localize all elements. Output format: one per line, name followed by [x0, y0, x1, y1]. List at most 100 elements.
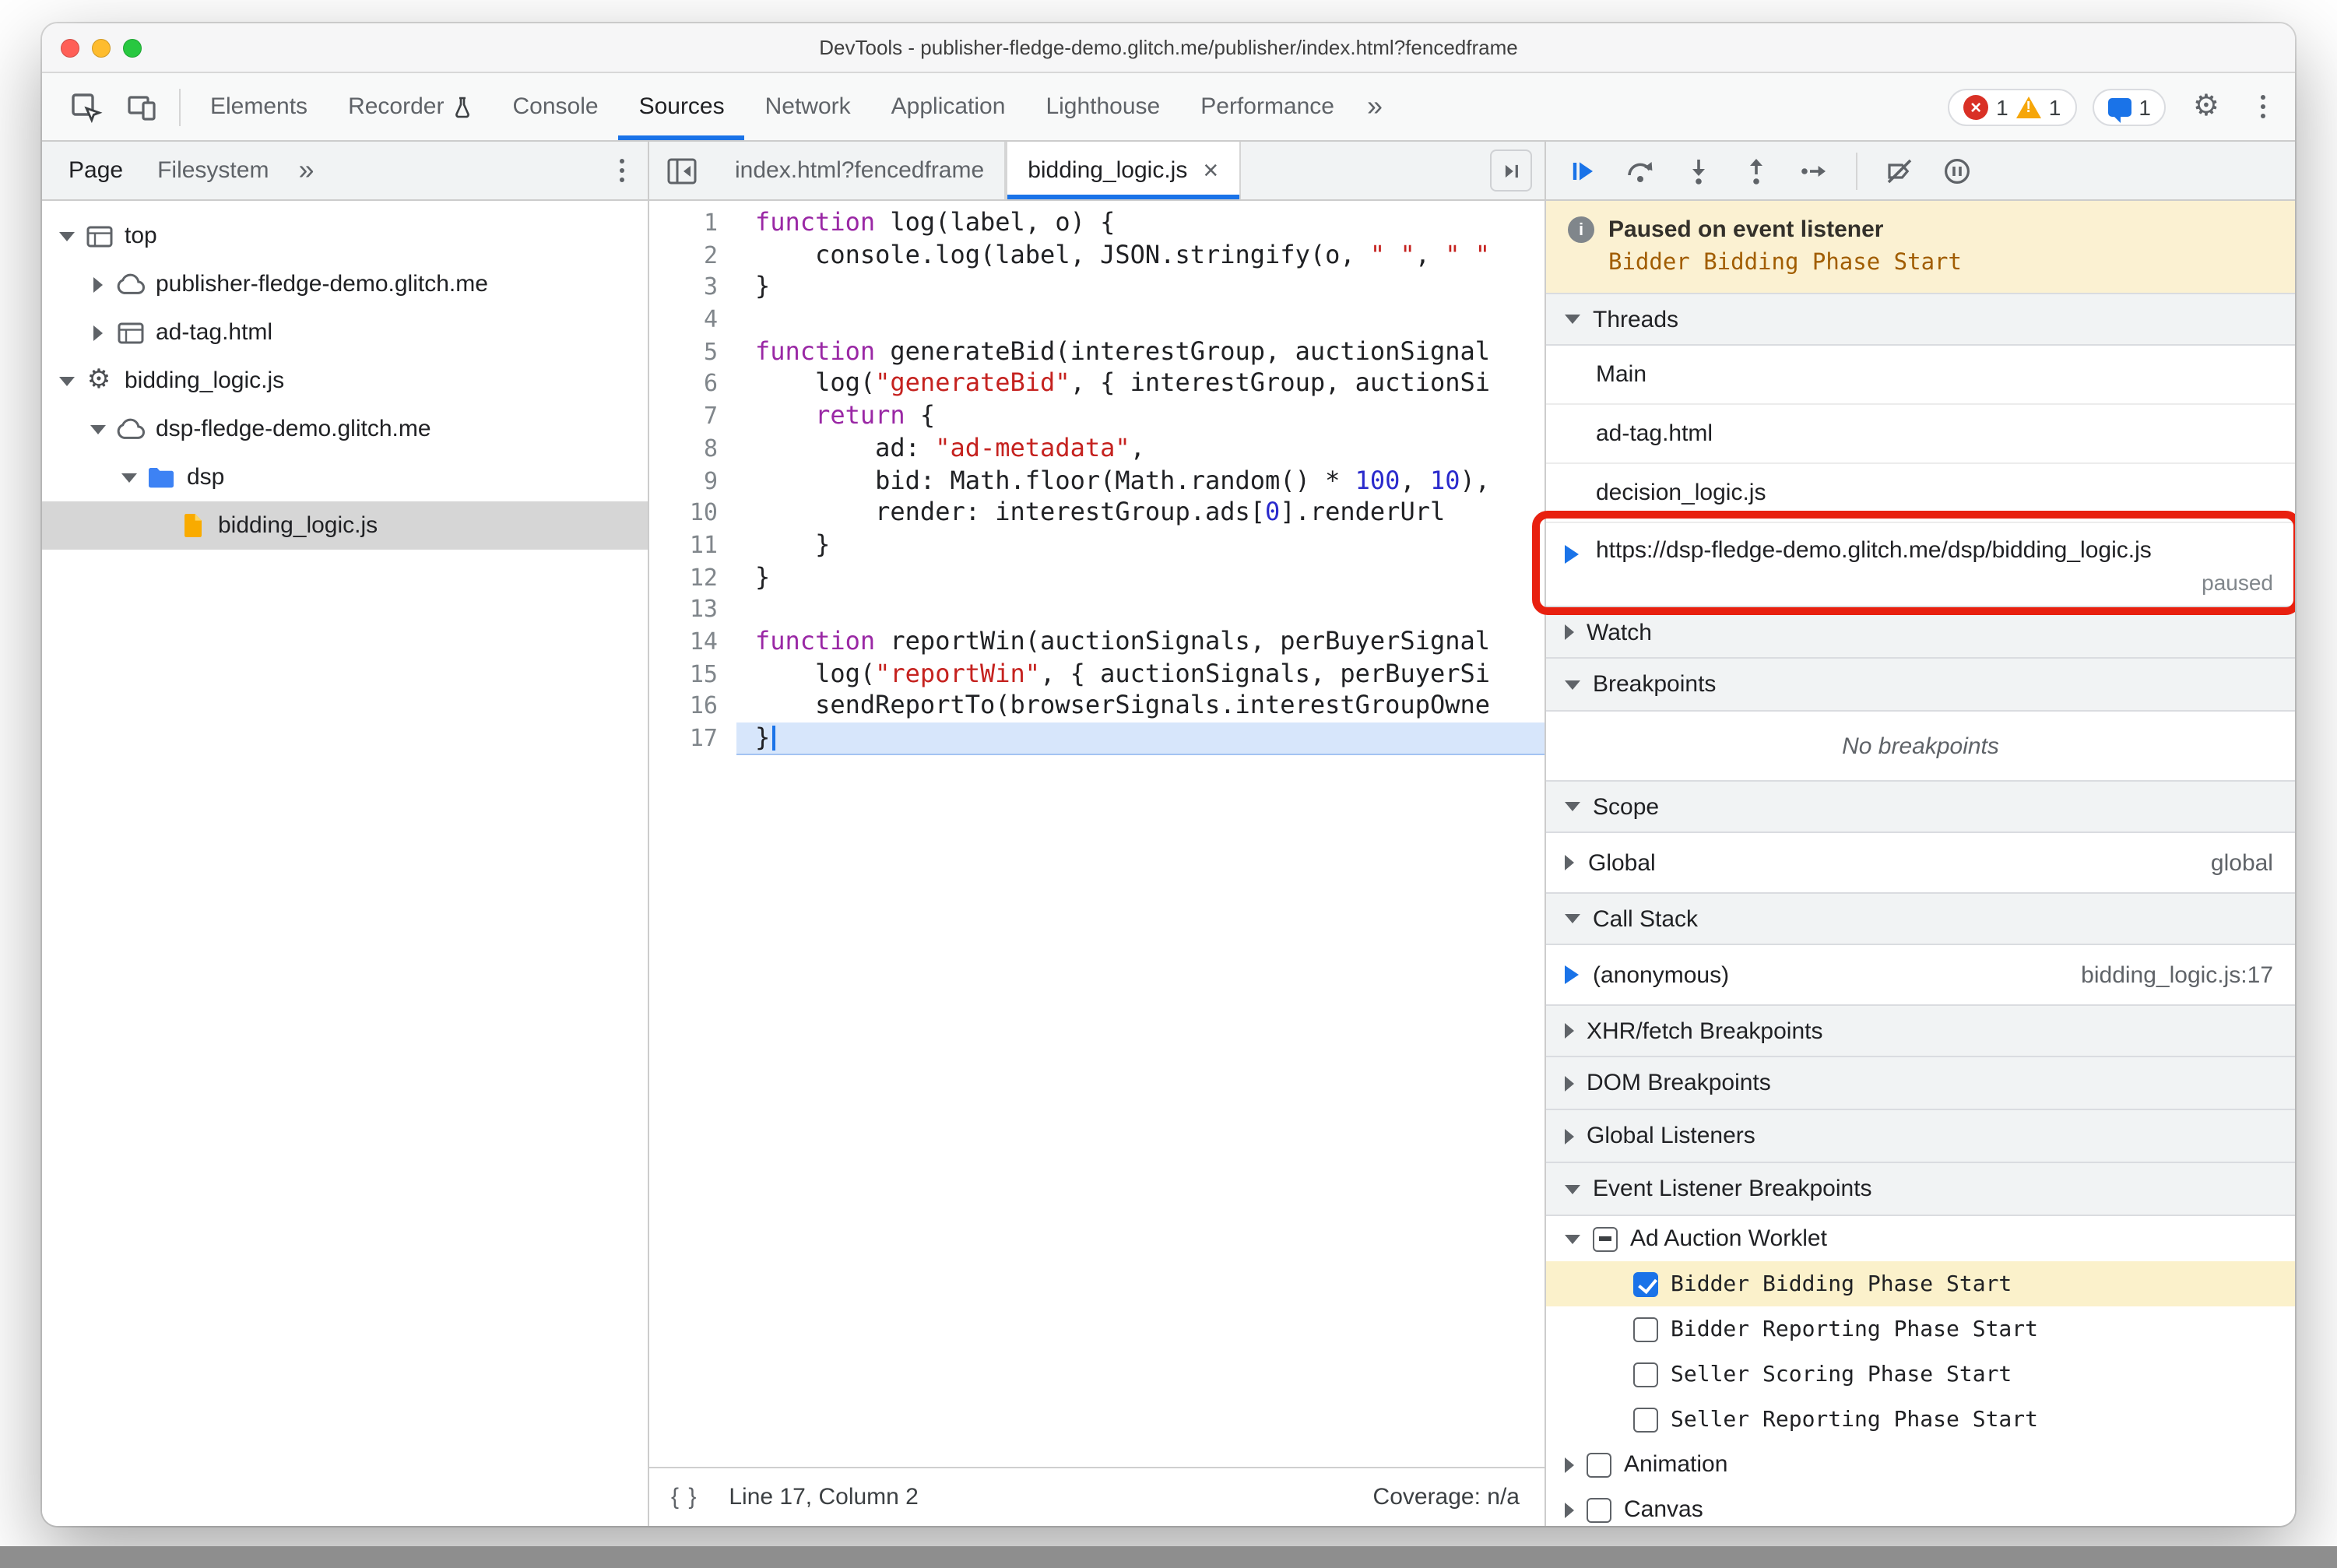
checkbox-unchecked[interactable]: [1587, 1452, 1611, 1477]
navigator-menu-icon[interactable]: [605, 158, 638, 183]
line-number[interactable]: 14: [649, 626, 718, 658]
scope-section-header[interactable]: Scope: [1546, 780, 2295, 833]
editor-tab-bidding-logic-js[interactable]: bidding_logic.js ×: [1006, 142, 1241, 199]
tree-item-top[interactable]: top: [42, 212, 648, 260]
inspect-element-icon[interactable]: [58, 73, 114, 140]
warning-count: 1: [2048, 94, 2061, 119]
watch-section-header[interactable]: Watch: [1546, 606, 2295, 659]
line-number[interactable]: 1: [649, 207, 718, 239]
line-number[interactable]: 10: [649, 497, 718, 529]
editor-overflow-icon[interactable]: [1490, 149, 1532, 192]
line-number[interactable]: 4: [649, 304, 718, 336]
code-editor[interactable]: 1 2 3 4 5 6 7 8 9 10 11 12 13 14 15 16 17 function log(l…: [649, 201, 1545, 1467]
line-number[interactable]: 3: [649, 272, 718, 304]
checkbox-unchecked[interactable]: [1633, 1362, 1658, 1387]
breakpoint-item-seller-reporting-phase-start[interactable]: Seller Reporting Phase Start: [1546, 1397, 2295, 1442]
checkbox-unchecked[interactable]: [1587, 1497, 1611, 1522]
tree-item-bidding-logic-js[interactable]: bidding_logic.js: [42, 501, 648, 550]
navigator-tab-filesystem[interactable]: Filesystem: [140, 157, 286, 184]
code-lines[interactable]: function log(label, o) { console.log(lab…: [736, 207, 1545, 1467]
tab-performance[interactable]: Performance: [1180, 73, 1355, 140]
dom-breakpoints-section-header[interactable]: DOM Breakpoints: [1546, 1057, 2295, 1110]
line-number[interactable]: 16: [649, 691, 718, 722]
checkbox-unchecked[interactable]: [1633, 1317, 1658, 1341]
tab-application[interactable]: Application: [871, 73, 1026, 140]
device-toolbar-icon[interactable]: [114, 73, 170, 140]
thread-item-decision-logic-js[interactable]: decision_logic.js: [1546, 464, 2295, 523]
line-number[interactable]: 6: [649, 368, 718, 400]
editor-tab-index-html-fencedframe[interactable]: index.html?fencedframe: [715, 142, 1007, 199]
tree-item-ad-tag-html[interactable]: ad-tag.html: [42, 308, 648, 357]
breakpoint-group-animation[interactable]: Animation: [1546, 1442, 2295, 1487]
breakpoint-item-seller-scoring-phase-start[interactable]: Seller Scoring Phase Start: [1546, 1352, 2295, 1397]
breakpoint-group-canvas[interactable]: Canvas: [1546, 1487, 2295, 1526]
tab-sources[interactable]: Sources: [618, 73, 745, 140]
line-number[interactable]: 12: [649, 561, 718, 593]
call-stack-frame[interactable]: (anonymous) bidding_logic.js:17: [1546, 945, 2295, 1004]
thread-item-https-dsp-fledge-demo-glitch-me-dsp-bidd[interactable]: https://dsp-fledge-demo.glitch.me/dsp/bi…: [1532, 511, 2295, 615]
thread-item-main[interactable]: Main: [1546, 346, 2295, 405]
threads-section-header[interactable]: Threads: [1546, 293, 2295, 346]
tab-console[interactable]: Console: [492, 73, 618, 140]
checkbox-checked[interactable]: [1633, 1271, 1658, 1296]
step-out-button[interactable]: [1741, 155, 1772, 186]
expander-icon[interactable]: [86, 276, 111, 292]
hide-navigator-icon[interactable]: [649, 142, 715, 199]
tab-elements[interactable]: Elements: [190, 73, 328, 140]
checkbox-indeterminate[interactable]: [1593, 1226, 1618, 1251]
console-summary-badge[interactable]: × 1 ! 1: [1948, 88, 2077, 125]
line-number[interactable]: 13: [649, 594, 718, 626]
issues-badge[interactable]: 1: [2092, 88, 2167, 125]
section-title: Scope: [1593, 793, 1660, 820]
expander-icon[interactable]: [54, 376, 79, 385]
window-minimize-button[interactable]: [92, 38, 111, 57]
line-number[interactable]: 11: [649, 529, 718, 561]
breakpoint-item-bidder-bidding-phase-start[interactable]: Bidder Bidding Phase Start: [1546, 1261, 2295, 1306]
breakpoints-section-header[interactable]: Breakpoints: [1546, 659, 2295, 712]
line-number[interactable]: 7: [649, 400, 718, 432]
call-stack-section-header[interactable]: Call Stack: [1546, 892, 2295, 945]
tree-item-publisher-fledge-demo-glitch-me[interactable]: publisher-fledge-demo.glitch.me: [42, 260, 648, 308]
step-into-button[interactable]: [1683, 155, 1714, 186]
paused-banner: i Paused on event listener Bidder Biddin…: [1546, 201, 2295, 293]
resume-script-button[interactable]: [1566, 155, 1597, 186]
xhr-breakpoints-section-header[interactable]: XHR/fetch Breakpoints: [1546, 1004, 2295, 1057]
expander-icon[interactable]: [117, 473, 142, 482]
tab-lighthouse[interactable]: Lighthouse: [1025, 73, 1180, 140]
breakpoint-item-bidder-reporting-phase-start[interactable]: Bidder Reporting Phase Start: [1546, 1306, 2295, 1352]
pretty-print-icon[interactable]: { }: [671, 1484, 698, 1510]
global-listeners-section-header[interactable]: Global Listeners: [1546, 1110, 2295, 1163]
window-close-button[interactable]: [61, 38, 79, 57]
step-over-button[interactable]: [1624, 155, 1657, 186]
line-number[interactable]: 9: [649, 465, 718, 497]
line-number[interactable]: 5: [649, 336, 718, 368]
checkbox-unchecked[interactable]: [1633, 1407, 1658, 1432]
more-navigator-tabs-icon[interactable]: »: [286, 154, 326, 187]
line-number[interactable]: 2: [649, 239, 718, 271]
scope-global-row[interactable]: Global global: [1546, 833, 2295, 892]
tree-item-bidding-logic-js[interactable]: ⚙ bidding_logic.js: [42, 357, 648, 405]
line-number[interactable]: 15: [649, 658, 718, 690]
step-button[interactable]: [1798, 155, 1829, 186]
line-number-gutter[interactable]: 1 2 3 4 5 6 7 8 9 10 11 12 13 14 15 16 17: [649, 207, 736, 1467]
customize-devtools-icon[interactable]: [2246, 94, 2279, 119]
more-panels-icon[interactable]: »: [1355, 90, 1395, 123]
settings-gear-icon[interactable]: ⚙: [2182, 73, 2230, 140]
expander-icon[interactable]: [86, 424, 111, 434]
breakpoint-group-ad-auction-worklet[interactable]: Ad Auction Worklet: [1546, 1216, 2295, 1261]
expander-icon[interactable]: [54, 231, 79, 241]
tab-recorder[interactable]: Recorder: [328, 73, 492, 140]
thread-item-ad-tag-html[interactable]: ad-tag.html: [1546, 405, 2295, 464]
line-number[interactable]: 17: [649, 722, 718, 754]
expander-icon[interactable]: [86, 325, 111, 340]
close-tab-icon[interactable]: ×: [1203, 157, 1218, 184]
pause-on-exceptions-button[interactable]: [1942, 155, 1973, 186]
deactivate-breakpoints-button[interactable]: [1884, 155, 1915, 186]
tree-item-dsp-fledge-demo-glitch-me[interactable]: dsp-fledge-demo.glitch.me: [42, 405, 648, 453]
navigator-tab-page[interactable]: Page: [51, 157, 140, 184]
event-listener-breakpoints-section-header[interactable]: Event Listener Breakpoints: [1546, 1163, 2295, 1216]
line-number[interactable]: 8: [649, 433, 718, 465]
tab-network[interactable]: Network: [745, 73, 871, 140]
window-zoom-button[interactable]: [123, 38, 142, 57]
tree-item-dsp[interactable]: dsp: [42, 453, 648, 501]
